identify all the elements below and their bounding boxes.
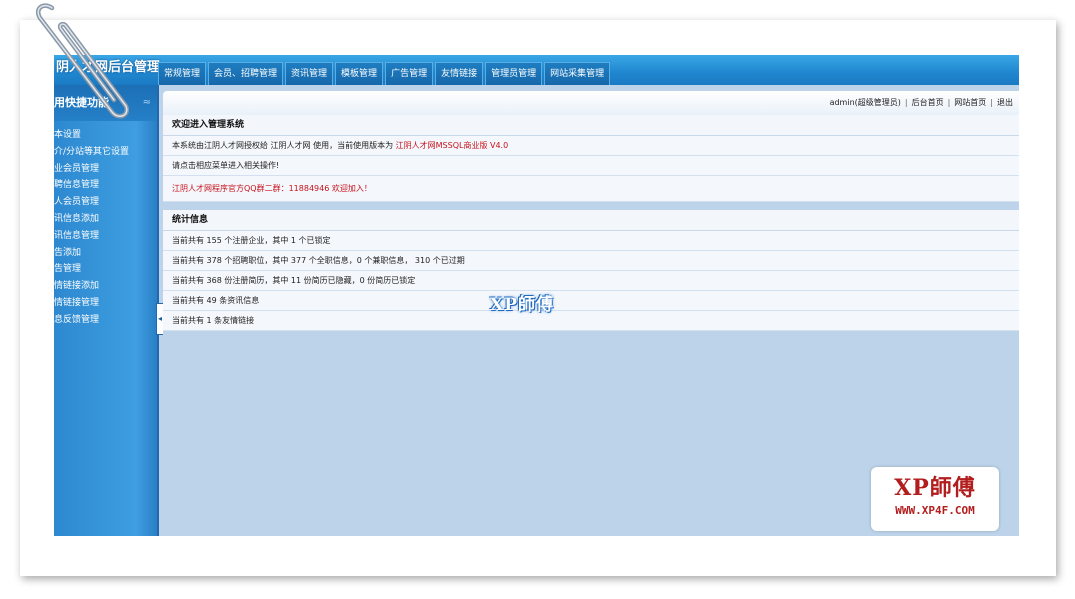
sidebar-item-job-info[interactable]: 聘信息管理 [54, 177, 157, 194]
tab-news[interactable]: 资讯管理 [285, 62, 334, 85]
stat-row-news: 当前共有 49 条资讯信息 [163, 291, 1019, 311]
tab-general[interactable]: 常规管理 [158, 62, 207, 85]
paperclip-icon [35, 3, 130, 119]
current-user: admin(超级管理员) [829, 98, 901, 107]
tab-ads[interactable]: 广告管理 [385, 62, 434, 85]
version-text: 江阴人才网MSSQL商业版 V4.0 [395, 141, 509, 150]
tab-links[interactable]: 友情链接 [435, 62, 484, 85]
stats-panel: 统计信息 当前共有 155 个注册企业，其中 1 个已锁定 当前共有 378 个… [163, 210, 1019, 331]
nav-tabs: 常规管理 会员、招聘管理 资讯管理 模板管理 广告管理 友情链接 管理员管理 网… [158, 62, 612, 85]
welcome-title: 欢迎进入管理系统 [163, 115, 1019, 136]
instruction-line: 请点击相应菜单进入相关操作! [163, 156, 1019, 176]
link-site-home[interactable]: 网站首页 [954, 98, 986, 107]
sidebar-item-basic-settings[interactable]: 本设置 [54, 127, 157, 144]
stat-row-links: 当前共有 1 条友情链接 [163, 311, 1019, 331]
qq-group-line: 江阴人才网程序官方QQ群二群：11884946 欢迎加入！ [163, 176, 1019, 202]
user-bar: admin(超级管理员) | 后台首页 | 网站首页 | 退出 [163, 91, 1019, 115]
sidebar-item-news-manage[interactable]: 讯信息管理 [54, 228, 157, 245]
license-line: 本系统由江阴人才网授权给 江阴人才网 使用，当前使用版本为 江阴人才网MSSQL… [163, 136, 1019, 156]
stat-row-resumes: 当前共有 368 份注册简历，其中 11 份简历已隐藏，0 份简历已锁定 [163, 271, 1019, 291]
watermark-logo: XP師傅 WWW.XP4F.COM [871, 467, 999, 531]
top-bar: 阴人才网后台管理 常规管理 会员、招聘管理 资讯管理 模板管理 广告管理 友情链… [54, 55, 1019, 85]
sidebar-item-feedback[interactable]: 息反馈管理 [54, 312, 157, 329]
sidebar-item-ad-manage[interactable]: 告管理 [54, 261, 157, 278]
sidebar-item-news-add[interactable]: 讯信息添加 [54, 211, 157, 228]
logo-text: XP師傅 [894, 475, 976, 501]
link-admin-home[interactable]: 后台首页 [912, 98, 944, 107]
logo-url: WWW.XP4F.COM [895, 504, 975, 517]
sidebar-item-link-add[interactable]: 情链接添加 [54, 278, 157, 295]
tab-admins[interactable]: 管理员管理 [485, 62, 543, 85]
sidebar-item-personal-members[interactable]: 人会员管理 [54, 194, 157, 211]
tab-members-jobs[interactable]: 会员、招聘管理 [208, 62, 284, 85]
sidebar-item-other-settings[interactable]: 介/分站等其它设置 [54, 144, 157, 161]
tab-crawler[interactable]: 网站采集管理 [544, 62, 611, 85]
watermark-text: XP師傅 [490, 295, 554, 315]
stat-row-companies: 当前共有 155 个注册企业，其中 1 个已锁定 [163, 231, 1019, 251]
sidebar-item-ad-add[interactable]: 告添加 [54, 245, 157, 262]
stat-row-jobs: 当前共有 378 个招聘职位，其中 377 个全职信息，0 个兼职信息， 310… [163, 251, 1019, 271]
sidebar-menu: 本设置 介/分站等其它设置 业会员管理 聘信息管理 人会员管理 讯信息添加 讯信… [54, 127, 157, 329]
sidebar-item-company-members[interactable]: 业会员管理 [54, 161, 157, 178]
stats-title: 统计信息 [163, 210, 1019, 231]
tab-templates[interactable]: 模板管理 [335, 62, 384, 85]
sidebar-item-link-manage[interactable]: 情链接管理 [54, 295, 157, 312]
link-logout[interactable]: 退出 [997, 98, 1013, 107]
welcome-panel: 欢迎进入管理系统 本系统由江阴人才网授权给 江阴人才网 使用，当前使用版本为 江… [163, 115, 1019, 202]
sidebar: 用快捷功能 ≈ 本设置 介/分站等其它设置 业会员管理 聘信息管理 人会员管理 … [54, 85, 159, 536]
chevron-down-icon[interactable]: ≈ [143, 85, 151, 121]
